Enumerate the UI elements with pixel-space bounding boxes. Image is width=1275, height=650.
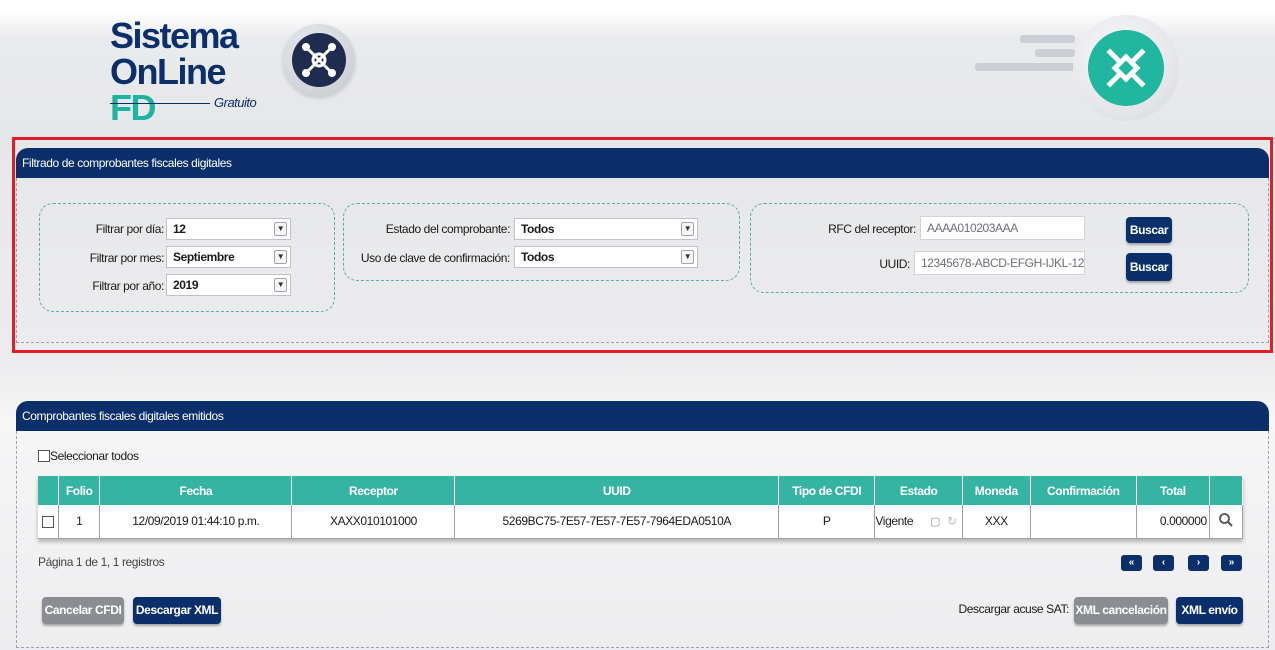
column-header-receptor[interactable]: Receptor — [291, 476, 456, 505]
cell-estado-text: Vigente — [875, 514, 914, 529]
column-header-select — [38, 476, 60, 505]
download-xml-button[interactable]: Descargar XML — [133, 597, 221, 624]
column-header-tipo[interactable]: Tipo de CFDI — [778, 476, 876, 505]
select-all-label: Seleccionar todos — [50, 448, 139, 463]
issued-panel-title: Comprobantes fiscales digitales emitidos — [16, 401, 1269, 431]
logo-rule — [110, 103, 210, 104]
xml-send-button[interactable]: XML envío — [1176, 597, 1243, 624]
search-icon[interactable] — [1218, 512, 1234, 528]
network-hub-icon — [283, 24, 355, 96]
cell-total: 0.000000 — [1136, 505, 1210, 539]
cell-moneda: XXX — [962, 505, 1031, 539]
column-header-confirmacion[interactable]: Confirmación — [1030, 476, 1137, 505]
last-page-button[interactable]: » — [1221, 555, 1242, 571]
cell-confirmacion — [1030, 505, 1137, 539]
cancel-cfdi-button[interactable]: Cancelar CFDI — [42, 597, 124, 624]
column-header-folio[interactable]: Folio — [58, 476, 101, 505]
pagination-text: Página 1 de 1, 1 registros — [38, 555, 165, 569]
filter-highlight-box — [12, 137, 1273, 353]
cell-folio: 1 — [58, 505, 101, 539]
column-header-total[interactable]: Total — [1136, 476, 1210, 505]
row-actions-cell — [1209, 505, 1244, 539]
issued-table: Folio Fecha Receptor UUID Tipo de CFDI E… — [38, 476, 1244, 539]
user-info-blurred — [975, 35, 1075, 77]
app-header: Sistema OnLine FD Gratuito — [0, 0, 1275, 126]
row-checkbox[interactable] — [42, 516, 55, 529]
xml-cancellation-button[interactable]: XML cancelación — [1074, 597, 1168, 624]
logo-line1: Sistema — [110, 15, 239, 56]
column-header-uuid[interactable]: UUID — [454, 476, 779, 505]
first-page-button[interactable]: « — [1121, 555, 1142, 571]
app-logo: Sistema OnLine FD Gratuito — [110, 15, 260, 126]
checkbox-box[interactable] — [38, 449, 50, 462]
next-page-button[interactable]: › — [1188, 555, 1209, 571]
refresh-icon[interactable]: ↻ — [947, 514, 957, 528]
column-header-actions — [1209, 476, 1244, 505]
logo-online: OnLine — [110, 51, 227, 92]
cell-fecha: 12/09/2019 01:44:10 p.m. — [99, 505, 293, 539]
download-acuse-label: Descargar acuse SAT: — [958, 602, 1070, 616]
table-header-row: Folio Fecha Receptor UUID Tipo de CFDI E… — [38, 476, 1244, 505]
logo-fd: FD — [110, 87, 157, 128]
column-header-fecha[interactable]: Fecha — [99, 476, 293, 505]
document-preview-icon[interactable]: ▢ — [930, 515, 940, 528]
cell-uuid: 5269BC75-7E57-7E57-7E57-7964EDA0510A — [454, 505, 779, 539]
brand-cross-icon — [1073, 15, 1179, 121]
cell-estado: Vigente ▢ ↻ — [874, 505, 963, 539]
prev-page-button[interactable]: ‹ — [1153, 555, 1174, 571]
table-row: 1 12/09/2019 01:44:10 p.m. XAXX010101000… — [38, 505, 1244, 539]
logo-tagline: Gratuito — [214, 95, 257, 110]
cell-tipo: P — [778, 505, 876, 539]
column-header-moneda[interactable]: Moneda — [962, 476, 1031, 505]
column-header-estado[interactable]: Estado — [874, 476, 963, 505]
select-all-checkbox[interactable]: Seleccionar todos — [38, 448, 139, 463]
cell-receptor: XAXX010101000 — [291, 505, 456, 539]
row-select-cell — [38, 505, 60, 539]
logo-line2: OnLine FD — [110, 54, 260, 126]
